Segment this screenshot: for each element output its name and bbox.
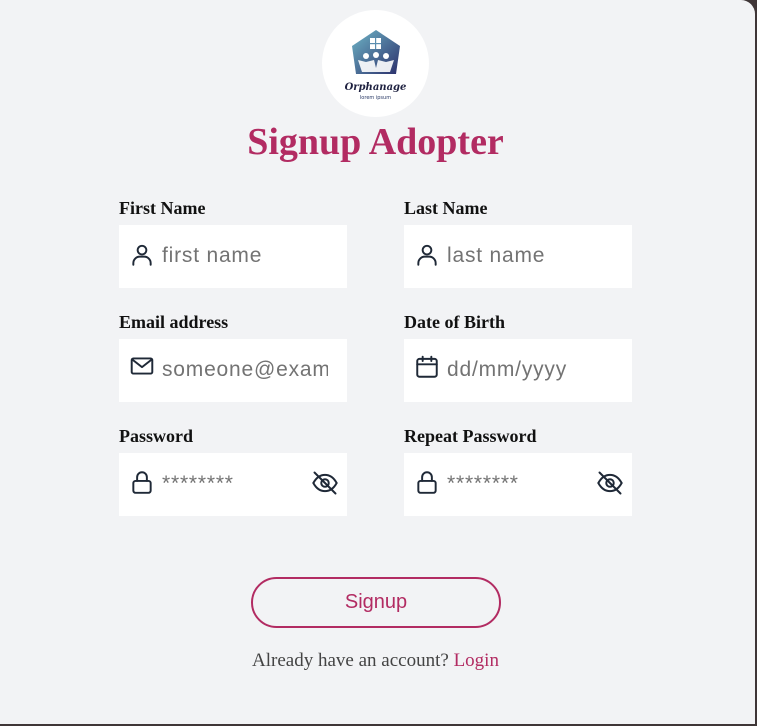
email-input[interactable] [162, 353, 328, 387]
page-title: Signup Adopter [247, 121, 504, 163]
password-label: Password [119, 426, 194, 446]
last-name-input[interactable] [447, 239, 615, 273]
password-input[interactable] [162, 467, 302, 501]
user-icon [417, 244, 437, 266]
repeat-password-label: Repeat Password [404, 426, 537, 446]
user-icon [132, 244, 152, 266]
email-label: Email address [119, 312, 229, 332]
first-name-field[interactable] [119, 225, 347, 288]
dob-input[interactable] [447, 353, 615, 387]
repeat-password-field[interactable] [404, 453, 632, 516]
email-field[interactable] [119, 339, 347, 402]
last-name-field[interactable] [404, 225, 632, 288]
first-name-input[interactable] [162, 239, 330, 273]
repeat-password-input[interactable] [447, 467, 587, 501]
calendar-icon [416, 355, 438, 378]
logo-name: Orphanage [344, 82, 407, 93]
eye-off-icon[interactable] [311, 469, 339, 497]
login-link[interactable]: Login [454, 650, 499, 671]
logo-tagline: lorem ipsum [359, 95, 392, 101]
password-field[interactable] [119, 453, 347, 516]
login-prompt-text: Already have an account? [252, 650, 449, 671]
login-prompt: Already have an account? Login [0, 650, 751, 672]
lock-icon [132, 471, 152, 494]
signup-card: Orphanage lorem ipsum Signup Adopter Fir… [0, 0, 755, 724]
mail-icon [130, 357, 154, 375]
eye-off-icon[interactable] [596, 469, 624, 497]
lock-icon [417, 471, 437, 494]
house-family-icon [352, 30, 400, 74]
orphanage-logo: Orphanage lorem ipsum [322, 10, 429, 117]
signup-button[interactable]: Signup [251, 577, 501, 628]
last-name-label: Last Name [404, 198, 488, 218]
dob-label: Date of Birth [404, 312, 505, 332]
dob-field[interactable] [404, 339, 632, 402]
first-name-label: First Name [119, 198, 206, 218]
